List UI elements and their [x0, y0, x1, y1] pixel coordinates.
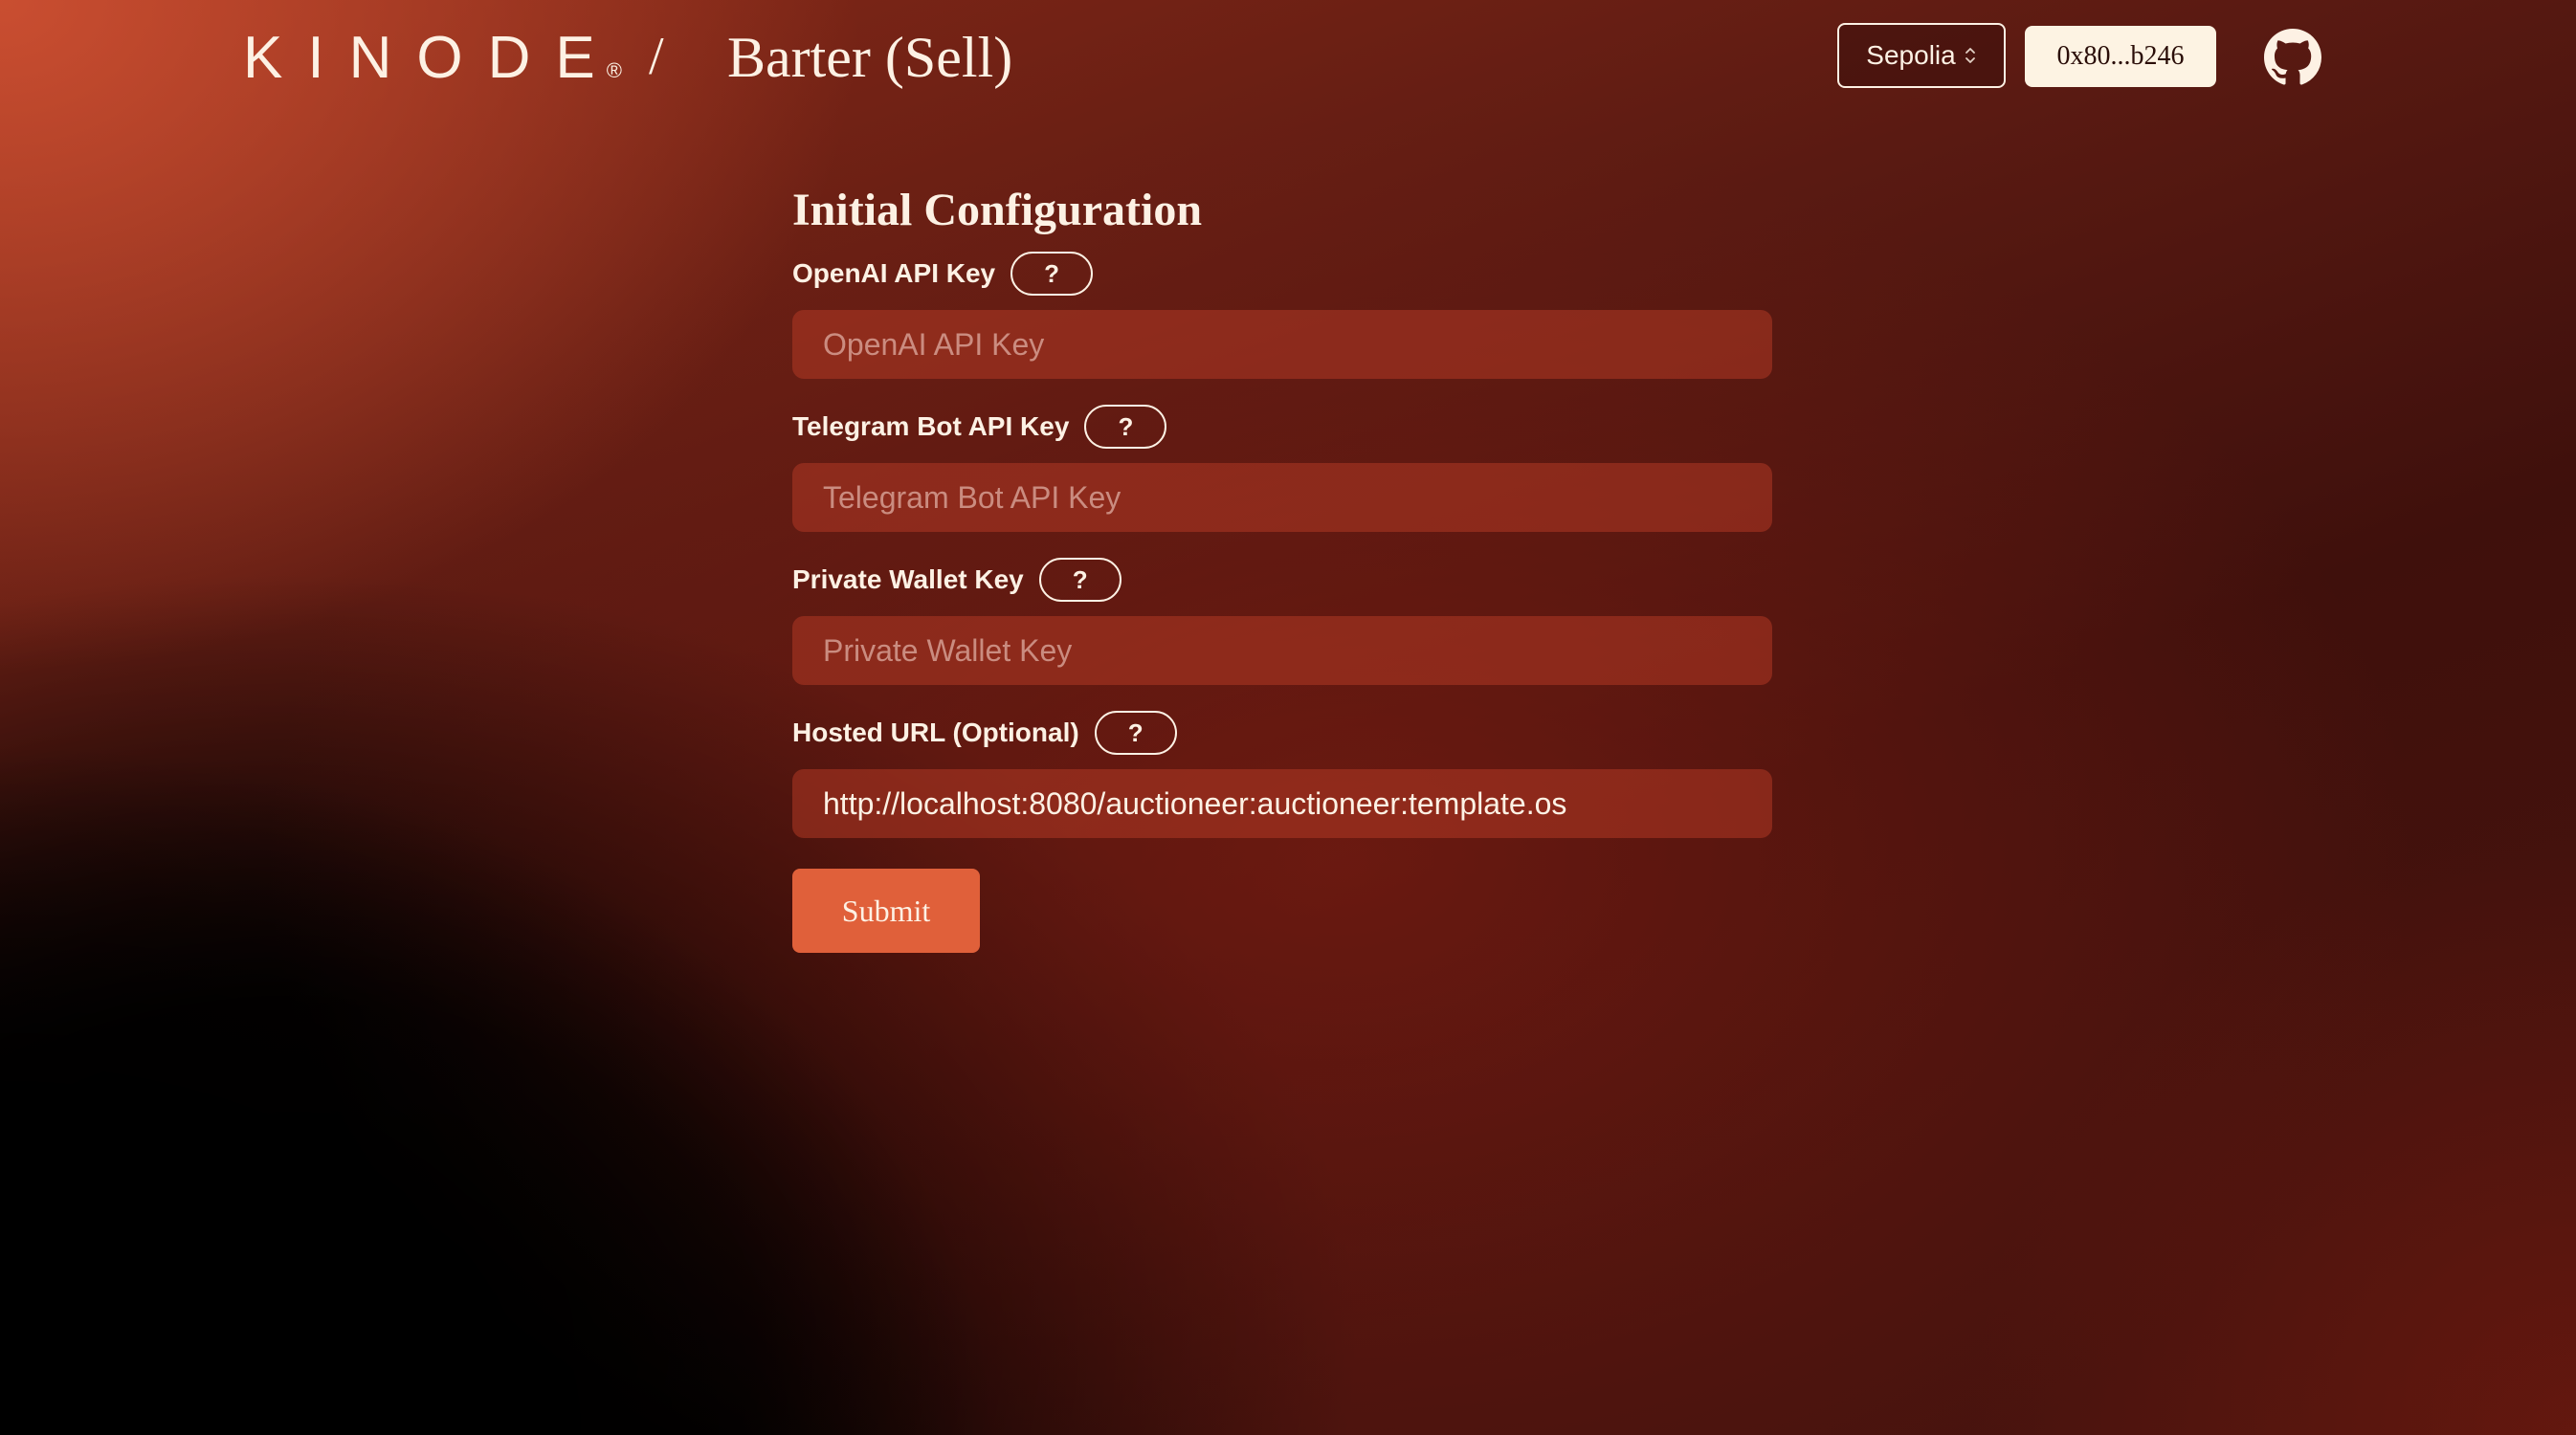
form-title: Initial Configuration	[792, 185, 1203, 235]
breadcrumb-separator: /	[649, 27, 664, 86]
network-select[interactable]: Sepolia	[1837, 23, 2006, 88]
openai-api-key-input[interactable]	[792, 310, 1772, 379]
submit-button[interactable]: Submit	[792, 869, 980, 953]
openai-field-label-row: OpenAI API Key ?	[792, 251, 1772, 297]
registered-mark: ®	[606, 58, 622, 82]
hosted-url-input[interactable]	[792, 769, 1772, 838]
private-wallet-key-label: Private Wallet Key	[792, 564, 1024, 594]
network-select-value: Sepolia	[1866, 40, 1956, 70]
top-bar: KINODE® / Barter (Sell) Sepolia 0x80...b…	[0, 0, 2576, 115]
kinode-logo[interactable]: KINODE®	[243, 27, 622, 102]
telegram-help-button[interactable]: ?	[1084, 405, 1167, 449]
private-wallet-key-input[interactable]	[792, 616, 1772, 685]
initial-configuration-form: Initial Configuration OpenAI API Key ? T…	[792, 178, 1772, 953]
wallet-address-button[interactable]: 0x80...b246	[2025, 26, 2216, 87]
wallet-field-label-row: Private Wallet Key ?	[792, 557, 1772, 603]
page-title: Barter (Sell)	[727, 26, 1013, 89]
telegram-field-label-row: Telegram Bot API Key ?	[792, 404, 1772, 450]
github-icon[interactable]	[2264, 29, 2321, 86]
chevron-up-down-icon	[1964, 45, 1977, 66]
wallet-help-button[interactable]: ?	[1038, 558, 1121, 602]
telegram-bot-api-key-input[interactable]	[792, 463, 1772, 532]
hosted-url-label: Hosted URL (Optional)	[792, 718, 1079, 747]
openai-api-key-label: OpenAI API Key	[792, 258, 996, 288]
telegram-bot-api-key-label: Telegram Bot API Key	[792, 411, 1070, 441]
logo-wordmark: KINODE	[243, 25, 620, 91]
hosted-url-field-label-row: Hosted URL (Optional) ?	[792, 710, 1772, 756]
hosted-url-help-button[interactable]: ?	[1094, 711, 1177, 755]
openai-help-button[interactable]: ?	[1010, 252, 1094, 296]
